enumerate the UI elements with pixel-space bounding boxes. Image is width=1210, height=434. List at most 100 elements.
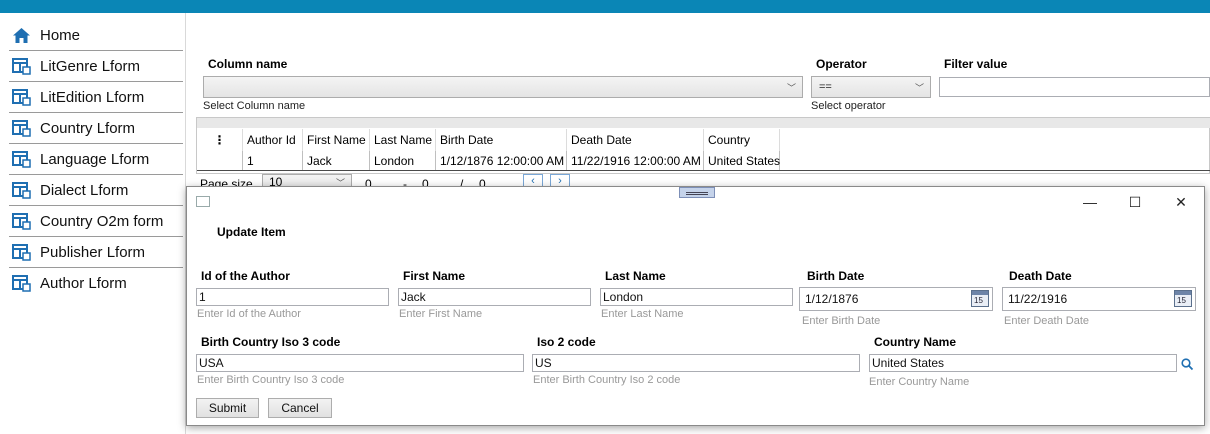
column-header[interactable]: First Name [303,129,370,151]
row-header[interactable] [197,151,243,171]
window-icon [196,196,210,207]
page-size-value: 10 [269,175,283,186]
country-name-field[interactable]: United States [869,354,1177,372]
operator-label: Operator [816,57,867,71]
country-name-label: Country Name [874,335,957,349]
form-icon [12,213,31,230]
filter-value-label: Filter value [944,57,1008,71]
sidebar-item-label: LitGenre Lform [40,58,141,75]
sidebar: Home LitGenre Lform LitEdition Lform Cou… [0,13,186,434]
sidebar-item-country[interactable]: Country Lform [9,113,183,144]
last-name-hint: Enter Last Name [601,308,684,320]
search-icon[interactable] [1180,357,1194,371]
grid-header-band [197,118,1210,128]
last-name-field[interactable]: London [600,288,793,306]
iso2-field[interactable]: US [532,354,860,372]
sidebar-item-label: Author Lform [40,275,127,292]
column-header[interactable]: Country [704,129,780,151]
page-end: 0 [422,177,429,186]
operator-hint: Select operator [811,100,886,112]
sidebar-item-label: LitEdition Lform [40,89,145,106]
sidebar-item-label: Country Lform [40,120,136,137]
sidebar-item-author[interactable]: Author Lform [9,268,183,299]
id-field[interactable]: 1 [196,288,389,306]
first-name-label: First Name [403,269,466,283]
page-size-select[interactable]: 10 ﹀ [262,174,352,186]
country-name-hint: Enter Country Name [869,376,970,388]
operator-select[interactable]: == ﹀ [811,76,931,98]
column-name-select[interactable]: ﹀ [203,76,803,98]
sidebar-item-label: Country O2m form [40,213,164,230]
sidebar-item-litedition[interactable]: LitEdition Lform [9,82,183,113]
column-name-label: Column name [208,57,288,71]
submit-button[interactable]: Submit [196,398,259,418]
drag-handle[interactable] [679,187,715,198]
maximize-button[interactable]: ☐ [1120,191,1150,213]
death-date-value: 11/22/1916 [1008,292,1068,306]
iso3-label: Birth Country Iso 3 code [201,335,341,349]
first-name-field[interactable]: Jack [398,288,591,306]
grid-options-icon[interactable]: ⋮ [197,129,243,151]
death-date-hint: Enter Death Date [1004,315,1089,327]
iso2-hint: Enter Birth Country Iso 2 code [533,374,681,386]
form-icon [12,182,31,199]
page-dash: - [403,177,407,186]
table-cell[interactable]: Jack [303,151,370,171]
sidebar-item-label: Language Lform [40,151,150,168]
table-cell[interactable]: 1 [243,151,303,171]
form-icon [12,58,31,75]
iso2-label: Iso 2 code [537,335,596,349]
home-icon [13,28,30,43]
sidebar-item-publisher[interactable]: Publisher Lform [9,237,183,268]
chevron-down-icon: ﹀ [914,83,924,93]
operator-value: == [819,81,832,93]
table-cell[interactable]: United States [704,151,780,171]
table-cell[interactable]: 11/22/1916 12:00:00 AM [567,151,704,171]
page-size-label: Page size [200,177,253,186]
calendar-icon[interactable]: 15 [971,290,989,307]
column-name-hint: Select Column name [203,100,306,112]
next-page-button[interactable]: › [550,174,570,186]
sidebar-item-language[interactable]: Language Lform [9,144,183,175]
calendar-icon[interactable]: 15 [1174,290,1192,307]
form-icon [12,151,31,168]
id-label: Id of the Author [201,269,290,283]
cancel-button[interactable]: Cancel [268,398,332,418]
death-date-picker[interactable]: 11/22/1916 15 [1002,287,1196,311]
chevron-down-icon: ﹀ [786,83,796,93]
birth-date-label: Birth Date [807,269,865,283]
sidebar-item-label: Publisher Lform [40,244,146,261]
row-divider [197,170,1210,171]
column-header[interactable]: Birth Date [436,129,567,151]
form-icon [12,120,31,137]
prev-page-button[interactable]: ‹ [523,174,543,186]
first-name-hint: Enter First Name [399,308,483,320]
table-cell[interactable]: 1/12/1876 12:00:00 AM [436,151,567,171]
sidebar-item-country-o2m[interactable]: Country O2m form [9,206,183,237]
update-item-dialog: — ☐ ✕ Update Item Id of the Author 1 Ent… [186,186,1205,426]
iso3-hint: Enter Birth Country Iso 3 code [197,374,345,386]
page-start: 0 [365,177,372,186]
column-header[interactable]: Author Id [243,129,303,151]
close-button[interactable]: ✕ [1166,191,1196,213]
dialog-title: Update Item [217,225,286,239]
form-icon [12,275,31,292]
column-header[interactable]: Last Name [370,129,436,151]
filter-value-input[interactable] [939,77,1210,97]
app-title-bar [0,0,1210,13]
iso3-field[interactable]: USA [196,354,524,372]
column-header[interactable]: Death Date [567,129,704,151]
data-grid: ⋮ Author Id First Name Last Name Birth D… [196,117,1210,174]
birth-date-picker[interactable]: 1/12/1876 15 [799,287,993,311]
sidebar-item-litgenre[interactable]: LitGenre Lform [9,51,183,82]
page-total: 0 [479,177,486,186]
minimize-button[interactable]: — [1075,191,1105,213]
table-cell[interactable]: London [370,151,436,171]
sidebar-item-label: Dialect Lform [40,182,129,199]
sidebar-item-home[interactable]: Home [9,20,183,51]
birth-date-value: 1/12/1876 [805,292,859,306]
last-name-label: Last Name [605,269,666,283]
sidebar-item-dialect[interactable]: Dialect Lform [9,175,183,206]
form-icon [12,244,31,261]
pager: Page size 10 ﹀ 0 - 0 / 0 ‹ › [196,174,596,186]
